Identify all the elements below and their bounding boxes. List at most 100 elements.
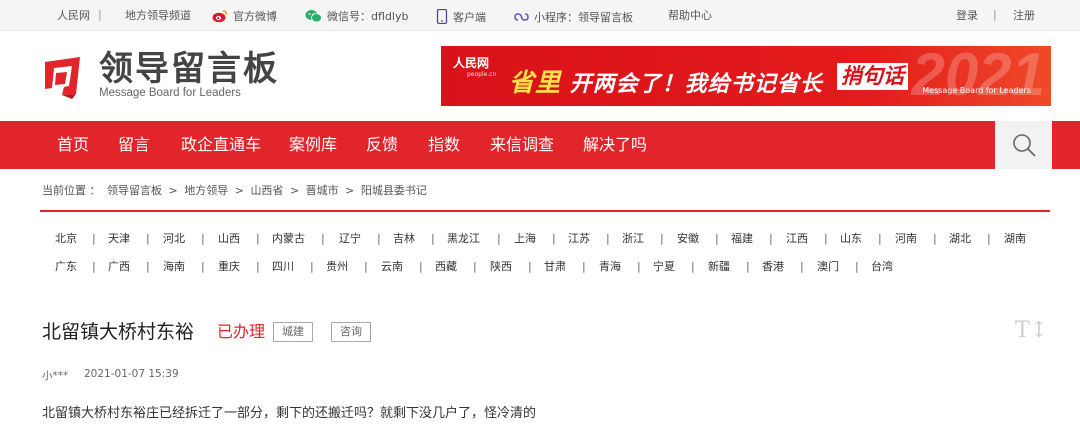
province-link[interactable]: 广西 — [108, 260, 130, 274]
province-link[interactable]: 江西 — [786, 232, 808, 246]
province-link[interactable]: 浙江 — [622, 232, 644, 246]
nav-item-messages[interactable]: 留言 — [118, 135, 150, 155]
province-sep: | — [660, 232, 664, 245]
breadcrumb-item[interactable]: 地方领导 — [184, 184, 228, 197]
province-link[interactable]: 湖北 — [949, 232, 971, 246]
province-sep: | — [637, 260, 641, 273]
register-link[interactable]: 注册 — [1013, 9, 1035, 23]
breadcrumb: 当前位置 ： 领导留言板 > 地方领导 > 山西省 > 晋城市 > 阳城县委书记 — [42, 182, 430, 198]
province-sep: | — [606, 232, 610, 245]
province-link[interactable]: 河北 — [163, 232, 185, 246]
logo-mark-icon — [45, 57, 80, 99]
top-bar: 人民网 | 地方领导频道 官方微博 微信号：dfldlyb 客户端 小程序：领导… — [0, 0, 1080, 31]
banner-slogan: 捎句话 — [837, 63, 908, 90]
province-sep: | — [431, 232, 435, 245]
province-sep: | — [582, 260, 586, 273]
nav-item-index[interactable]: 指数 — [428, 135, 460, 155]
province-link[interactable]: 西藏 — [435, 260, 457, 274]
tag-category[interactable]: 城建 — [273, 322, 313, 342]
province-sep: | — [746, 260, 750, 273]
province-link[interactable]: 新疆 — [708, 260, 730, 274]
nav-item-feedback[interactable]: 反馈 — [366, 135, 398, 155]
weibo-label: 官方微博 — [233, 10, 277, 23]
top-link-app[interactable]: 客户端 — [436, 9, 486, 25]
province-sep: | — [691, 260, 695, 273]
province-link[interactable]: 甘肃 — [544, 260, 566, 274]
province-link[interactable]: 安徽 — [677, 232, 699, 246]
site-logo[interactable]: 领导留言板 Message Board for Leaders — [42, 50, 277, 102]
top-link-local-leaders[interactable]: 地方领导频道 — [125, 9, 191, 23]
province-link[interactable]: 山东 — [840, 232, 862, 246]
logo-subtitle: Message Board for Leaders — [99, 87, 241, 99]
breadcrumb-item[interactable]: 山西省 — [250, 184, 283, 197]
tag-type[interactable]: 咨询 — [331, 322, 371, 342]
nav-item-cases[interactable]: 案例库 — [289, 135, 337, 155]
province-link[interactable]: 黑龙江 — [447, 232, 480, 246]
nav-item-enterprise[interactable]: 政企直通车 — [181, 135, 261, 155]
province-link[interactable]: 宁夏 — [653, 260, 675, 274]
top-link-weibo[interactable]: 官方微博 — [212, 9, 277, 24]
top-link-wechat[interactable]: 微信号：dfldlyb — [305, 9, 408, 24]
top-separator: | — [993, 8, 997, 21]
province-sep: | — [987, 232, 991, 245]
banner-brand-domain: people.cn — [467, 71, 497, 78]
province-sep: | — [146, 232, 150, 245]
font-size-toggle[interactable]: T↕ — [1015, 318, 1048, 343]
province-link[interactable]: 福建 — [731, 232, 753, 246]
province-link[interactable]: 北京 — [55, 232, 77, 246]
province-sep: | — [256, 260, 260, 273]
banner-subtitle: Message Board for Leaders — [922, 86, 1031, 95]
province-link[interactable]: 河南 — [895, 232, 917, 246]
promo-banner[interactable]: 2021 人民网 people.cn 省里 开两会了！我给书记省长 捎句话 Me… — [441, 46, 1051, 106]
province-sep: | — [824, 232, 828, 245]
province-link[interactable]: 湖南 — [1004, 232, 1026, 246]
top-link-people[interactable]: 人民网 — [57, 9, 90, 23]
top-link-help[interactable]: 帮助中心 — [668, 9, 712, 23]
province-link[interactable]: 天津 — [108, 232, 130, 246]
province-link[interactable]: 四川 — [272, 260, 294, 274]
province-link[interactable]: 云南 — [381, 260, 403, 274]
login-link[interactable]: 登录 — [956, 9, 978, 23]
province-sep: | — [497, 232, 501, 245]
province-link[interactable]: 青海 — [599, 260, 621, 274]
province-link[interactable]: 重庆 — [218, 260, 240, 274]
banner-headline: 省里 开两会了！我给书记省长 — [509, 63, 823, 99]
province-link[interactable]: 台湾 — [871, 260, 893, 274]
province-link[interactable]: 香港 — [762, 260, 784, 274]
nav-item-resolved[interactable]: 解决了吗 — [583, 135, 647, 155]
mobile-phone-icon — [436, 9, 448, 24]
province-link[interactable]: 贵州 — [326, 260, 348, 274]
breadcrumb-item[interactable]: 晋城市 — [306, 184, 339, 197]
nav-item-home[interactable]: 首页 — [57, 135, 89, 155]
province-sep: | — [552, 232, 556, 245]
banner-text: 开两会了！我给书记省长 — [569, 72, 823, 97]
province-sep: | — [92, 232, 96, 245]
message-title: 北留镇大桥村东裕 — [42, 321, 195, 343]
wechat-label: 微信号：dfldlyb — [327, 10, 409, 23]
province-link[interactable]: 江苏 — [568, 232, 590, 246]
province-link[interactable]: 广东 — [55, 260, 77, 274]
province-sep: | — [201, 232, 205, 245]
province-link[interactable]: 吉林 — [393, 232, 415, 246]
province-link[interactable]: 澳门 — [817, 260, 839, 274]
breadcrumb-item[interactable]: 阳城县委书记 — [361, 184, 427, 197]
author-name: 小*** — [42, 370, 69, 382]
province-sep: | — [92, 260, 96, 273]
breadcrumb-item[interactable]: 领导留言板 — [107, 184, 162, 197]
province-sep: | — [855, 260, 859, 273]
province-sep: | — [933, 232, 937, 245]
breadcrumb-sep: > — [289, 184, 300, 197]
province-link[interactable]: 陕西 — [490, 260, 512, 274]
message-content: 北留镇大桥村东裕庄已经拆迁了一部分，剩下的还搬迁吗？就剩下没几户了，怪冷清的 — [42, 406, 537, 421]
province-sep: | — [256, 232, 260, 245]
province-link[interactable]: 海南 — [163, 260, 185, 274]
top-link-miniprogram[interactable]: 小程序：领导留言板 — [514, 9, 633, 25]
province-link[interactable]: 辽宁 — [339, 232, 361, 246]
province-link[interactable]: 内蒙古 — [272, 232, 305, 246]
province-link[interactable]: 山西 — [218, 232, 240, 246]
province-sep: | — [310, 260, 314, 273]
province-link[interactable]: 上海 — [514, 232, 536, 246]
search-button[interactable] — [995, 121, 1052, 169]
nav-item-survey[interactable]: 来信调查 — [490, 135, 554, 155]
weibo-icon — [212, 10, 228, 23]
